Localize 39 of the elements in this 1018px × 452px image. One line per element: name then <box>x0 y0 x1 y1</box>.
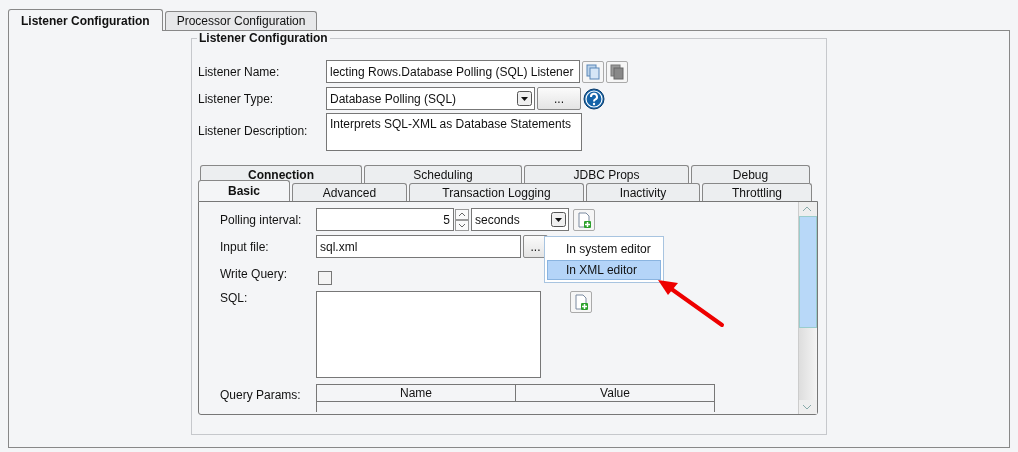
field-label: Listener Description: <box>198 124 309 138</box>
spinner-icon[interactable] <box>455 208 469 231</box>
annotation-arrow <box>656 280 726 330</box>
add-file-icon[interactable] <box>573 208 595 231</box>
checkbox[interactable] <box>318 270 332 285</box>
tab[interactable]: Throttling <box>702 183 812 201</box>
dropdown[interactable]: Database Polling (SQL) <box>326 87 535 110</box>
tab[interactable]: Connection <box>200 165 362 183</box>
help-icon[interactable] <box>583 87 605 110</box>
input-field[interactable]: lecting Rows.Database Polling (SQL) Listener <box>326 60 580 83</box>
tab[interactable]: Advanced <box>292 183 407 201</box>
scrollbar[interactable] <box>798 202 817 414</box>
tab[interactable]: Listener Configuration <box>8 9 163 31</box>
field-label: Input file: <box>220 239 270 254</box>
tab[interactable]: Transaction Logging <box>409 183 584 201</box>
group-title: Listener Configuration <box>197 31 330 45</box>
field-label: Listener Name: <box>198 64 281 79</box>
tab[interactable]: JDBC Props <box>524 165 689 183</box>
field-label: Polling interval: <box>220 212 303 227</box>
browse-button[interactable]: ... <box>537 87 581 110</box>
column-header[interactable]: Value <box>516 385 714 402</box>
tab[interactable]: Inactivity <box>586 183 700 201</box>
add-file-icon[interactable] <box>570 291 592 313</box>
field-label: Write Query: <box>220 266 289 281</box>
tab[interactable]: Basic <box>198 180 290 201</box>
column-header[interactable]: Name <box>317 385 516 402</box>
menu-item[interactable]: In XML editor <box>547 260 661 280</box>
dropdown[interactable]: seconds <box>471 208 569 231</box>
field-label: SQL: <box>220 291 249 305</box>
field-label: Listener Type: <box>198 91 275 106</box>
input-field[interactable]: sql.xml <box>316 235 521 258</box>
field-label: Query Params: <box>220 387 302 402</box>
tab[interactable]: Scheduling <box>364 165 522 183</box>
tab[interactable]: Processor Configuration <box>164 11 318 30</box>
text-area[interactable] <box>316 291 541 378</box>
text-area[interactable]: Interprets SQL-XML as Database Statements <box>326 113 582 151</box>
copy-icon[interactable] <box>606 60 628 83</box>
number-field[interactable]: 5 <box>316 208 454 231</box>
tab[interactable]: Debug <box>691 165 810 183</box>
